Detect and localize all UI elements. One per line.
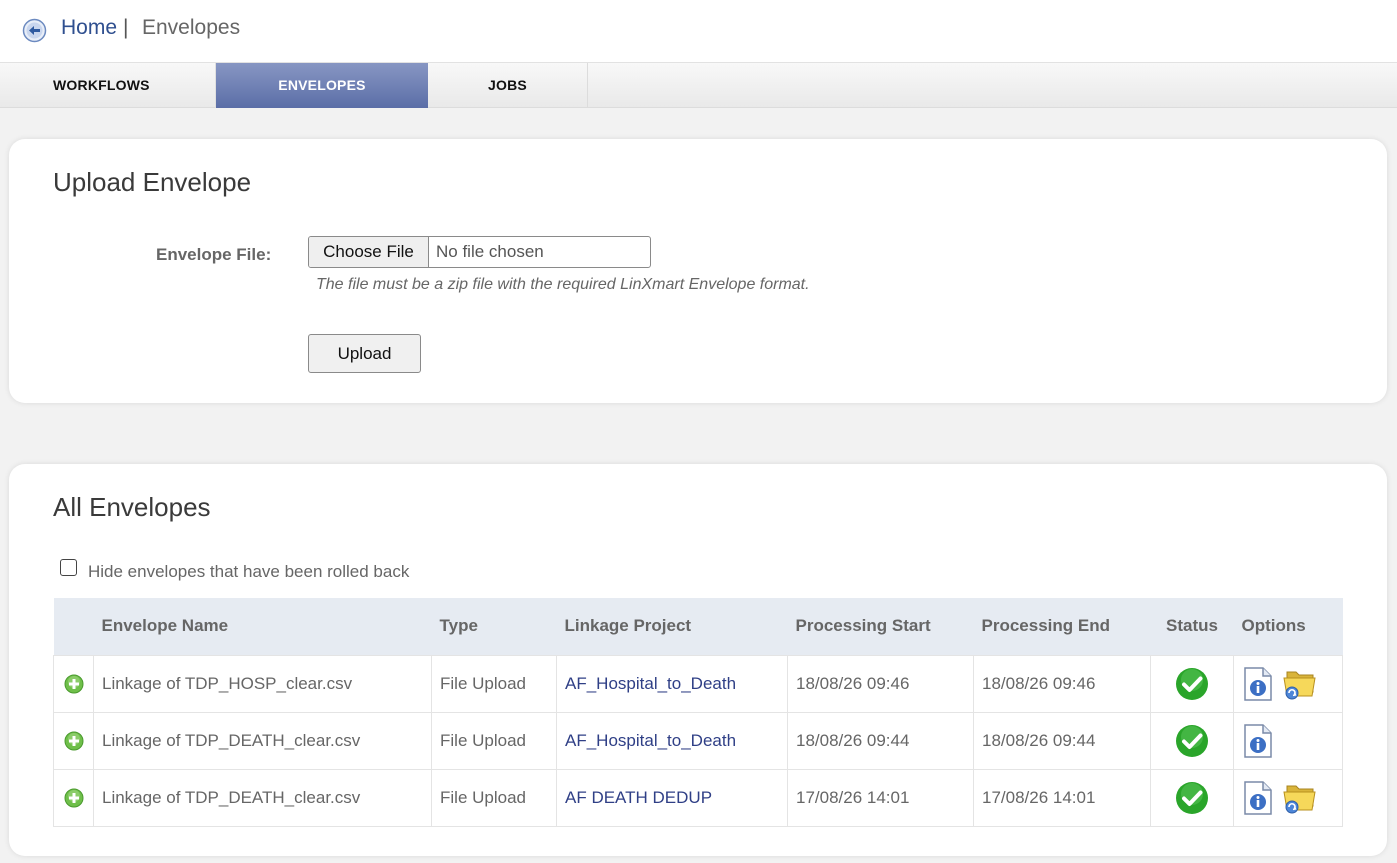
header-type[interactable]: Type	[431, 598, 557, 655]
top-bar: Home | Envelopes	[0, 0, 1397, 63]
linkage-project-cell: AF_Hospital_to_Death	[556, 711, 788, 770]
hide-rolled-back-checkbox[interactable]	[60, 559, 77, 576]
header-options: Options	[1233, 598, 1343, 655]
linkage-project-link[interactable]: AF DEATH DEDUP	[565, 788, 712, 807]
upload-button[interactable]: Upload	[308, 334, 421, 373]
table-header-row: Envelope Name Type Linkage Project Proce…	[53, 598, 1343, 655]
info-document-icon[interactable]	[1242, 666, 1274, 702]
breadcrumb-current: Envelopes	[142, 16, 241, 39]
tab-envelopes[interactable]: ENVELOPES	[216, 63, 428, 108]
envelopes-table: Envelope Name Type Linkage Project Proce…	[53, 598, 1343, 827]
options-cell	[1233, 711, 1343, 770]
info-document-icon[interactable]	[1242, 723, 1274, 759]
type-cell: File Upload	[431, 711, 557, 770]
tab-jobs[interactable]: JOBS	[428, 63, 588, 108]
envelope-file-input[interactable]: Choose File No file chosen	[308, 236, 651, 268]
header-processing-end[interactable]: Processing End	[973, 598, 1151, 655]
upload-panel-title: Upload Envelope	[53, 167, 252, 197]
success-check-icon	[1176, 724, 1208, 757]
header-envelope-name[interactable]: Envelope Name	[93, 598, 432, 655]
header-expand	[53, 598, 94, 655]
type-cell: File Upload	[431, 768, 557, 827]
expand-cell	[53, 711, 94, 770]
status-cell	[1150, 711, 1234, 770]
processing-start-cell: 18/08/26 09:44	[787, 711, 974, 770]
table-row: Linkage of TDP_HOSP_clear.csv File Uploa…	[53, 654, 1343, 713]
linkage-project-link[interactable]: AF_Hospital_to_Death	[565, 731, 736, 750]
choose-file-button[interactable]: Choose File	[309, 237, 429, 267]
linkage-project-cell: AF_Hospital_to_Death	[556, 654, 788, 713]
breadcrumb-home-link[interactable]: Home	[61, 16, 117, 40]
expand-plus-icon[interactable]	[64, 788, 84, 808]
folder-open-icon[interactable]	[1281, 666, 1317, 702]
info-document-icon[interactable]	[1242, 780, 1274, 816]
linkage-project-cell: AF DEATH DEDUP	[556, 768, 788, 827]
status-cell	[1150, 654, 1234, 713]
expand-cell	[53, 768, 94, 827]
envelope-file-label: Envelope File:	[156, 245, 272, 264]
upload-envelope-panel: Upload Envelope Envelope File: Choose Fi…	[9, 139, 1387, 403]
expand-plus-icon[interactable]	[64, 731, 84, 751]
envelope-name-cell: Linkage of TDP_HOSP_clear.csv	[93, 654, 432, 713]
folder-open-icon[interactable]	[1281, 780, 1317, 816]
hide-rolled-back-label[interactable]: Hide envelopes that have been rolled bac…	[88, 562, 409, 582]
options-cell	[1233, 768, 1343, 827]
header-processing-start[interactable]: Processing Start	[787, 598, 974, 655]
processing-end-cell: 18/08/26 09:46	[973, 654, 1151, 713]
processing-end-cell: 17/08/26 14:01	[973, 768, 1151, 827]
expand-cell	[53, 654, 94, 713]
status-cell	[1150, 768, 1234, 827]
envelope-name-cell: Linkage of TDP_DEATH_clear.csv	[93, 711, 432, 770]
tab-workflows[interactable]: WORKFLOWS	[0, 63, 216, 108]
envelope-name-cell: Linkage of TDP_DEATH_clear.csv	[93, 768, 432, 827]
success-check-icon	[1176, 667, 1208, 700]
table-row: Linkage of TDP_DEATH_clear.csv File Uplo…	[53, 768, 1343, 827]
linkage-project-link[interactable]: AF_Hospital_to_Death	[565, 674, 736, 693]
type-cell: File Upload	[431, 654, 557, 713]
expand-plus-icon[interactable]	[64, 674, 84, 694]
main-tab-bar: WORKFLOWS ENVELOPES JOBS	[0, 63, 1397, 108]
processing-start-cell: 17/08/26 14:01	[787, 768, 974, 827]
processing-end-cell: 18/08/26 09:44	[973, 711, 1151, 770]
back-arrow-icon[interactable]	[22, 18, 47, 43]
file-format-hint: The file must be a zip file with the req…	[316, 276, 810, 293]
all-envelopes-title: All Envelopes	[53, 492, 211, 522]
table-row: Linkage of TDP_DEATH_clear.csv File Uplo…	[53, 711, 1343, 770]
header-linkage-project[interactable]: Linkage Project	[556, 598, 788, 655]
processing-start-cell: 18/08/26 09:46	[787, 654, 974, 713]
all-envelopes-panel: All Envelopes Hide envelopes that have b…	[9, 464, 1387, 856]
file-input-value: No file chosen	[436, 242, 544, 261]
options-cell	[1233, 654, 1343, 713]
success-check-icon	[1176, 781, 1208, 814]
breadcrumb-separator: |	[123, 16, 129, 39]
header-status: Status	[1150, 598, 1234, 655]
